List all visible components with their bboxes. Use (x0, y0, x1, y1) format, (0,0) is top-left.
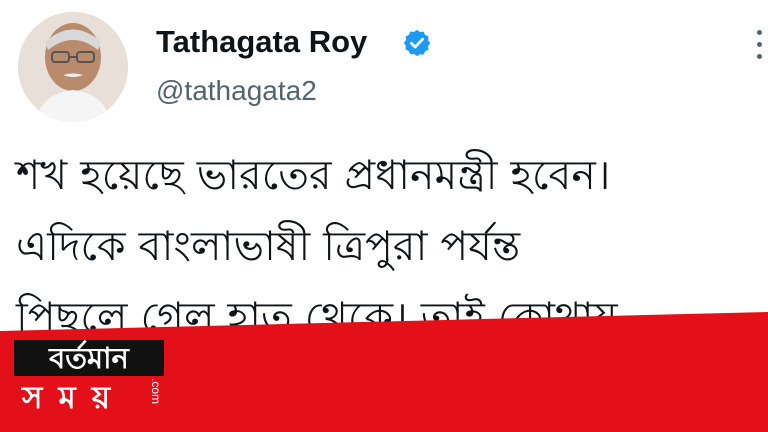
more-options-icon[interactable] (754, 30, 764, 80)
watermark-logo: বর্তমান সময় (14, 340, 164, 418)
watermark-brand-top: বর্তমান (14, 340, 164, 376)
watermark-suffix: .com (149, 378, 163, 405)
user-handle[interactable]: @tathagata2 (156, 75, 317, 107)
display-name[interactable]: Tathagata Roy (156, 24, 367, 60)
verified-badge-icon (403, 29, 431, 57)
avatar[interactable] (18, 12, 128, 122)
profile-photo (18, 12, 128, 122)
tweet-line-2: এদিকে বাংলাভাষী ত্রিপুরা পর্যন্ত (16, 222, 521, 270)
tweet-line-1: শখ হয়েছে ভারতের প্রধানমন্ত্রী হবেন। (16, 151, 611, 199)
